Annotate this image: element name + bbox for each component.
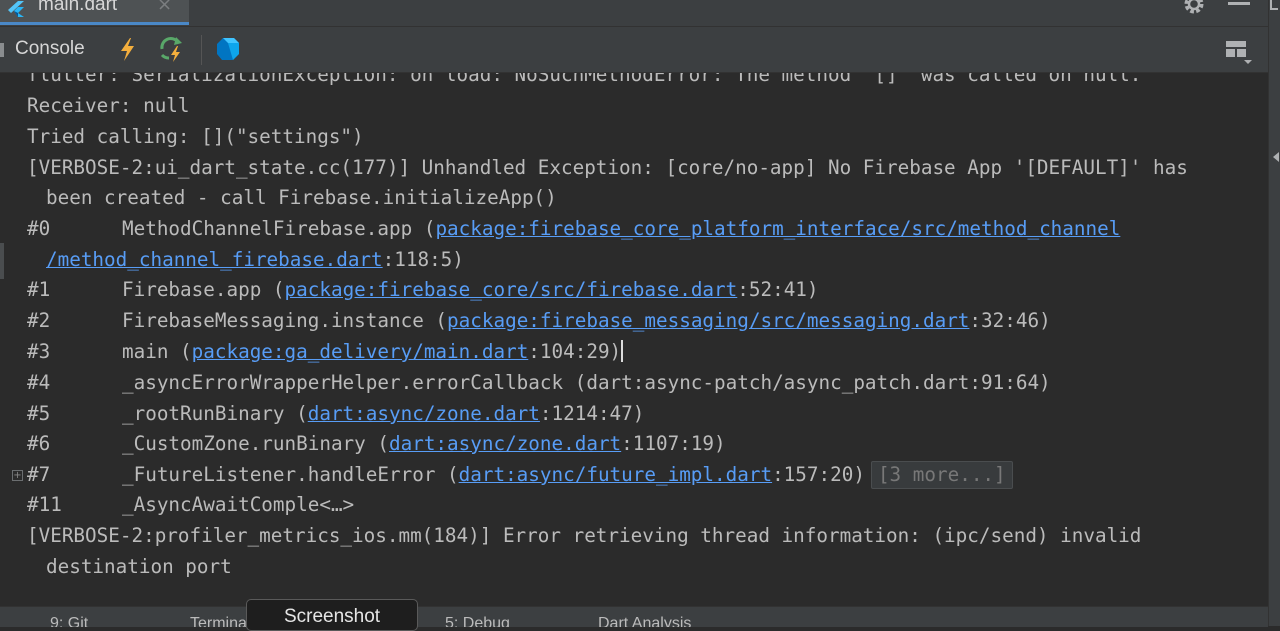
- console-line: flutter: SerializationException: on load…: [27, 73, 1142, 86]
- tool-window-bar: 9: Git Terminal 5: Debug Dart Analysis: [0, 606, 1268, 627]
- tab-main-dart[interactable]: main.dart ×: [0, 0, 189, 25]
- text-caret: [621, 340, 624, 362]
- tooltip-text: Screenshot: [283, 606, 381, 627]
- flutter-icon: [8, 1, 24, 17]
- stack-frame: #5 _rootRunBinary (dart:async/zone.dart:1…: [27, 398, 644, 429]
- frame-number: #0: [27, 217, 51, 240]
- frame-number: #3: [27, 340, 51, 363]
- tool-window-debug[interactable]: 5: Debug: [445, 615, 510, 627]
- frame-location: :104:29): [528, 340, 622, 363]
- stack-frame: #7 _FutureListener.handleError (dart:asyn…: [27, 459, 1013, 490]
- close-icon[interactable]: ×: [157, 0, 172, 15]
- stack-frame: #1 Firebase.app (package:firebase_core/sr…: [27, 274, 819, 305]
- stack-frame: #11 _AsyncAwaitComple<…>: [27, 489, 354, 520]
- layout-icon[interactable]: [1224, 39, 1254, 65]
- frame-function: _CustomZone.runBinary (: [122, 432, 389, 455]
- frame-function: FirebaseMessaging.instance (: [122, 309, 448, 332]
- console-line: [VERBOSE-2:profiler_metrics_ios.mm(184)]…: [27, 524, 1142, 547]
- frame-location: :1107:19): [621, 432, 726, 455]
- collapse-arrow-icon[interactable]: [1273, 152, 1279, 162]
- hot-restart-icon[interactable]: [158, 35, 186, 63]
- minimize-icon[interactable]: [1228, 2, 1250, 5]
- frame-function: MethodChannelFirebase.app (: [122, 217, 436, 240]
- frame-number: #4: [27, 371, 51, 394]
- lightning-icon[interactable]: [114, 35, 142, 63]
- tool-window-terminal[interactable]: Terminal: [190, 615, 250, 627]
- editor-tab-bar: main.dart ×: [0, 0, 1280, 27]
- console-line: been created - call Firebase.initializeA…: [46, 186, 557, 209]
- panel-icon[interactable]: [1270, 0, 1278, 10]
- gutter-marker: [0, 243, 4, 279]
- source-link[interactable]: package:ga_delivery/main.dart: [192, 340, 529, 363]
- frame-function: _rootRunBinary (: [122, 402, 308, 425]
- dart-icon[interactable]: [214, 35, 242, 63]
- stack-frame: #0 MethodChannelFirebase.app (package:fir…: [27, 213, 1120, 244]
- frame-number: #2: [27, 309, 51, 332]
- frame-function: _asyncErrorWrapperHelper.errorCallback (…: [122, 371, 1051, 394]
- source-link[interactable]: dart:async/future_impl.dart: [459, 463, 772, 486]
- stack-frame: #3 main (package:ga_delivery/main.dart:10…: [27, 336, 624, 367]
- frame-location: :52:41): [737, 278, 819, 301]
- frame-function: Firebase.app (: [122, 278, 285, 301]
- source-link[interactable]: package:firebase_core_platform_interface…: [435, 217, 1120, 240]
- run-toolbar: Console: [0, 27, 1268, 73]
- source-link[interactable]: dart:async/zone.dart: [308, 402, 540, 425]
- tool-window-dart-analysis[interactable]: Dart Analysis: [598, 615, 691, 627]
- source-link[interactable]: /method_channel_firebase.dart: [46, 248, 383, 271]
- frame-number: #6: [27, 432, 51, 455]
- stack-frame: #4 _asyncErrorWrapperHelper.errorCallback…: [27, 367, 1051, 398]
- screenshot-tooltip: Screenshot: [246, 599, 418, 631]
- frame-location: :118:5): [382, 248, 464, 271]
- console-line: [VERBOSE-2:ui_dart_state.cc(177)] Unhand…: [27, 156, 1188, 179]
- tool-window-git[interactable]: 9: Git: [50, 615, 88, 627]
- console-tab[interactable]: Console: [15, 38, 85, 60]
- toolbar-separator: [201, 35, 202, 65]
- expand-fold-icon[interactable]: +: [12, 470, 23, 481]
- console-line: Tried calling: []("settings"): [27, 125, 364, 148]
- console-line: destination port: [46, 555, 232, 578]
- stack-frame: #2 FirebaseMessaging.instance (package:fi…: [27, 305, 1051, 336]
- console-tab-indicator: [0, 43, 4, 57]
- tab-title: main.dart: [38, 0, 118, 15]
- frame-number: #1: [27, 278, 51, 301]
- frame-location: :1214:47): [539, 402, 645, 425]
- source-link[interactable]: dart:async/zone.dart: [389, 432, 621, 455]
- stack-frame: #6 _CustomZone.runBinary (dart:async/zone…: [27, 428, 726, 459]
- frame-function: main (: [122, 340, 192, 363]
- frame-function: _FutureListener.handleError (: [122, 463, 459, 486]
- frame-number: #11: [27, 493, 62, 516]
- more-frames-button[interactable]: [3 more...]: [870, 461, 1013, 489]
- source-link[interactable]: package:firebase_messaging/src/messaging…: [447, 309, 969, 332]
- frame-number: #7: [27, 463, 51, 486]
- console-line: Receiver: null: [27, 94, 190, 117]
- frame-location: :32:46): [969, 309, 1051, 332]
- right-tool-strip: [1268, 0, 1280, 626]
- frame-location: :157:20): [772, 463, 865, 486]
- frame-function: _AsyncAwaitComple<…>: [122, 493, 355, 516]
- frame-number: #5: [27, 402, 51, 425]
- gear-icon[interactable]: [1182, 0, 1206, 16]
- source-link[interactable]: package:firebase_core/src/firebase.dart: [285, 278, 738, 301]
- stack-frame-cont: /method_channel_firebase.dart:118:5): [46, 244, 464, 275]
- console-output[interactable]: flutter: SerializationException: on load…: [0, 73, 1262, 606]
